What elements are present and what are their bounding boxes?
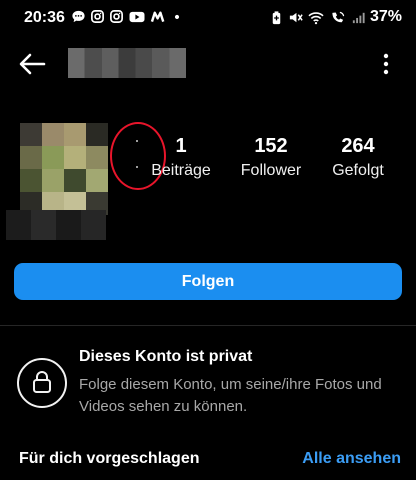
private-account-description: Folge diesem Konto, um seine/ihre Fotos …	[79, 376, 382, 415]
more-vertical-icon[interactable]	[380, 50, 392, 78]
annotation-dot	[136, 140, 138, 142]
status-time: 20:36	[24, 9, 65, 26]
instagram-icon	[110, 10, 123, 23]
stat-followers-label: Follower	[240, 162, 302, 179]
private-account-badge	[17, 358, 67, 408]
youtube-icon	[129, 11, 145, 23]
stat-followers-count: 152	[254, 135, 288, 157]
section-divider	[0, 325, 416, 326]
status-notification-icons	[71, 9, 182, 24]
stat-following[interactable]: 264 Gefolgt	[323, 134, 393, 181]
chat-bubble-icon	[72, 10, 85, 23]
battery-percentage: 37%	[369, 8, 402, 25]
profile-header	[0, 40, 416, 88]
stat-following-label: Gefolgt	[332, 162, 384, 179]
private-account-title: Dieses Konto ist privat	[79, 348, 253, 365]
follow-button[interactable]: Folgen	[14, 263, 402, 300]
see-all-link[interactable]: Alle ansehen	[302, 450, 401, 468]
stat-posts-count: 1	[175, 135, 187, 157]
stat-posts-label: Beiträge	[151, 162, 211, 179]
dot-icon	[174, 14, 180, 20]
m-app-icon	[150, 11, 165, 23]
signal-icon	[352, 12, 365, 23]
stat-followers[interactable]: 152 Follower	[231, 134, 311, 181]
status-system-icons: 37%	[269, 8, 402, 26]
lock-icon	[33, 371, 51, 393]
wifi-icon	[308, 11, 324, 24]
stat-posts[interactable]: 1 Beiträge	[146, 134, 216, 181]
profile-avatar[interactable]	[20, 123, 108, 215]
username-redacted	[68, 48, 186, 78]
battery-saver-icon	[272, 10, 281, 24]
wifi-calling-icon	[332, 11, 345, 22]
mute-icon	[289, 12, 303, 22]
stat-following-count: 264	[341, 135, 375, 157]
arrow-left-icon[interactable]	[16, 48, 48, 80]
instagram-icon	[91, 10, 104, 23]
profile-name-redacted	[6, 210, 106, 240]
status-bar: 20:36 37%	[0, 0, 416, 36]
suggestions-title: Für dich vorgeschlagen	[19, 450, 200, 467]
annotation-dot	[136, 166, 138, 168]
